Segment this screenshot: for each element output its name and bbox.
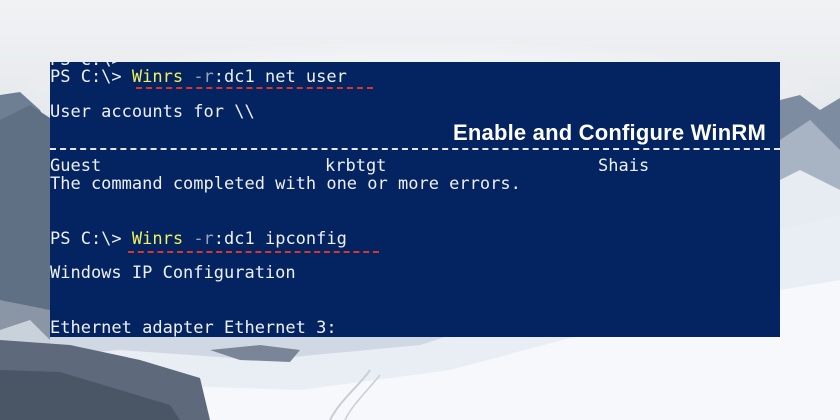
red-underline [128, 251, 379, 253]
output-user-accounts: User accounts for \\ [50, 102, 255, 122]
account-guest: Guest [50, 156, 102, 176]
command-args: :dc1 ipconfig [213, 229, 347, 249]
account-shais: Shais [598, 156, 650, 176]
command-line-net-user: PS C:\> Winrs -r:dc1 net user [50, 67, 347, 87]
dashed-separator [50, 148, 780, 150]
command-winrs: Winrs [131, 67, 184, 87]
prompt: PS C:\> [50, 67, 132, 87]
caption-title: Enable and Configure WinRM [453, 120, 766, 145]
command-line-ipconfig: PS C:\> Winrs -r:dc1 ipconfig [50, 229, 347, 249]
account-krbtgt: krbtgt [325, 156, 387, 176]
command-args: :dc1 net user [213, 67, 347, 87]
output-windows-ip: Windows IP Configuration [50, 263, 296, 283]
output-ethernet-adapter: Ethernet adapter Ethernet 3: [50, 318, 337, 337]
flag-r: -r [183, 67, 214, 87]
powershell-terminal: PS C:\> PS C:\> Winrs -r:dc1 net user Us… [50, 62, 780, 337]
flag-r: -r [183, 229, 214, 249]
command-winrs: Winrs [131, 229, 184, 249]
red-underline [136, 87, 373, 89]
output-error: The command completed with one or more e… [50, 174, 521, 194]
prompt: PS C:\> [50, 229, 132, 249]
